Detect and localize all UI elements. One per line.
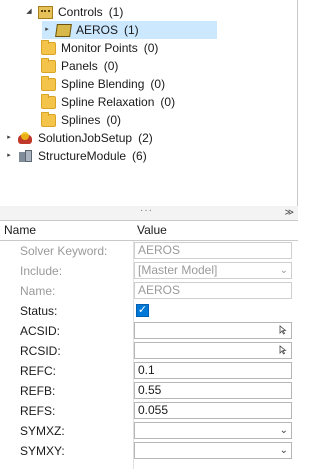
tree-item-count: (6) <box>132 149 147 163</box>
property-label: Status: <box>20 304 58 318</box>
splitter-grip-icon[interactable]: ··· <box>140 206 153 216</box>
collapse-panel-icon[interactable]: ≫ <box>285 207 294 217</box>
solver-keyword-field: AEROS <box>134 242 292 259</box>
collapsed-arrow-icon[interactable]: ▸ <box>42 21 52 39</box>
tree-item-label: Spline Blending <box>61 77 145 91</box>
tree-item-solution-job-setup[interactable]: ▸ SolutionJobSetup (2) <box>4 129 153 147</box>
model-browser-tree: ◢ Controls (1) ▸ AEROS (1) Monitor Point… <box>0 0 298 206</box>
property-label: ACSID: <box>20 324 61 338</box>
folder-icon <box>41 93 56 109</box>
folder-icon <box>41 39 56 55</box>
chevron-down-icon: ⌄ <box>279 445 288 456</box>
name-field: AEROS <box>134 282 292 299</box>
folder-icon <box>41 75 56 91</box>
tree-item-monitor-points[interactable]: Monitor Points (0) <box>41 39 158 57</box>
tree-item-structure-module[interactable]: ▸ StructureModule (6) <box>4 147 147 165</box>
tree-item-count: (1) <box>124 23 139 37</box>
tree-item-splines[interactable]: Splines (0) <box>41 111 121 129</box>
property-label: REFC: <box>20 364 56 378</box>
property-label: SYMXY: <box>20 444 65 458</box>
tree-item-label: StructureModule <box>38 149 127 163</box>
tree-item-count: (0) <box>150 77 166 91</box>
property-row-include: Include: [Master Model] ⌄ <box>0 261 298 281</box>
solution-job-setup-icon <box>18 131 33 145</box>
tree-item-spline-relaxation[interactable]: Spline Relaxation (0) <box>41 93 175 111</box>
property-label: REFS: <box>20 404 56 418</box>
property-label: Name: <box>20 284 56 298</box>
tree-item-controls[interactable]: ◢ Controls (1) <box>24 3 123 21</box>
refc-input[interactable]: 0.1 <box>134 362 292 379</box>
tree-item-label: Monitor Points <box>61 41 138 55</box>
tree-item-label: AEROS <box>76 23 119 37</box>
entity-selector-icon[interactable] <box>279 345 287 355</box>
property-label: RCSID: <box>20 344 61 358</box>
tree-item-count: (1) <box>108 5 124 19</box>
grid-header: Name Value <box>0 221 298 241</box>
folder-icon <box>41 111 56 127</box>
refb-input[interactable]: 0.55 <box>134 382 292 399</box>
folder-icon <box>41 57 56 73</box>
aeros-card-icon <box>55 23 72 37</box>
property-row-solver-keyword: Solver Keyword: AEROS <box>0 241 298 261</box>
property-grid: Name Value Solver Keyword: AEROS Include… <box>0 220 298 469</box>
property-row-refb: REFB: 0.55 <box>0 381 298 401</box>
tree-item-count: (0) <box>143 41 159 55</box>
collapsed-arrow-icon[interactable]: ▸ <box>4 147 14 165</box>
tree-item-count: (0) <box>103 59 119 73</box>
symxy-dropdown[interactable]: ⌄ <box>134 442 292 459</box>
property-row-rcsid: RCSID: <box>0 341 298 361</box>
property-row-refc: REFC: 0.1 <box>0 361 298 381</box>
rcsid-selector-field[interactable] <box>134 342 292 359</box>
property-label: Solver Keyword: <box>20 244 108 258</box>
collapsed-arrow-icon[interactable]: ▸ <box>4 129 14 147</box>
property-label: SYMXZ: <box>20 424 65 438</box>
tree-item-label: Controls <box>58 5 103 19</box>
chevron-down-icon: ⌄ <box>279 265 288 276</box>
chevron-down-icon: ⌄ <box>279 425 288 436</box>
tree-item-label: SolutionJobSetup <box>38 131 133 145</box>
expanded-arrow-icon[interactable]: ◢ <box>24 3 34 21</box>
tree-item-panels[interactable]: Panels (0) <box>41 57 118 75</box>
property-label: REFB: <box>20 384 56 398</box>
name-column-header[interactable]: Name <box>4 221 36 240</box>
value-column-header[interactable]: Value <box>137 221 167 240</box>
tree-item-count: (0) <box>106 113 122 127</box>
include-value: [Master Model] <box>138 263 218 277</box>
panel-splitter[interactable]: ··· ≫ <box>0 206 298 220</box>
symxz-dropdown[interactable]: ⌄ <box>134 422 292 439</box>
property-row-symxz: SYMXZ: ⌄ <box>0 421 298 441</box>
tree-item-label: Spline Relaxation <box>61 95 155 109</box>
tree-item-count: (2) <box>138 131 153 145</box>
property-row-status: Status: ✓ <box>0 301 298 321</box>
property-row-name: Name: AEROS <box>0 281 298 301</box>
tree-item-label: Splines <box>61 113 101 127</box>
tree-item-spline-blending[interactable]: Spline Blending (0) <box>41 75 165 93</box>
property-label: Include: <box>20 264 63 278</box>
refs-input[interactable]: 0.055 <box>134 402 292 419</box>
tree-item-count: (0) <box>160 95 176 109</box>
property-row-acsid: ACSID: <box>0 321 298 341</box>
structure-module-icon <box>18 149 33 163</box>
acsid-selector-field[interactable] <box>134 322 292 339</box>
controls-icon <box>38 5 53 19</box>
property-row-symxy: SYMXY: ⌄ <box>0 441 298 461</box>
property-row-refs: REFS: 0.055 <box>0 401 298 421</box>
tree-item-aeros[interactable]: ▸ AEROS (1) <box>42 21 217 39</box>
tree-item-label: Panels <box>61 59 98 73</box>
entity-selector-icon[interactable] <box>279 325 287 335</box>
include-dropdown[interactable]: [Master Model] ⌄ <box>134 262 292 279</box>
status-checkbox[interactable]: ✓ <box>136 304 149 317</box>
